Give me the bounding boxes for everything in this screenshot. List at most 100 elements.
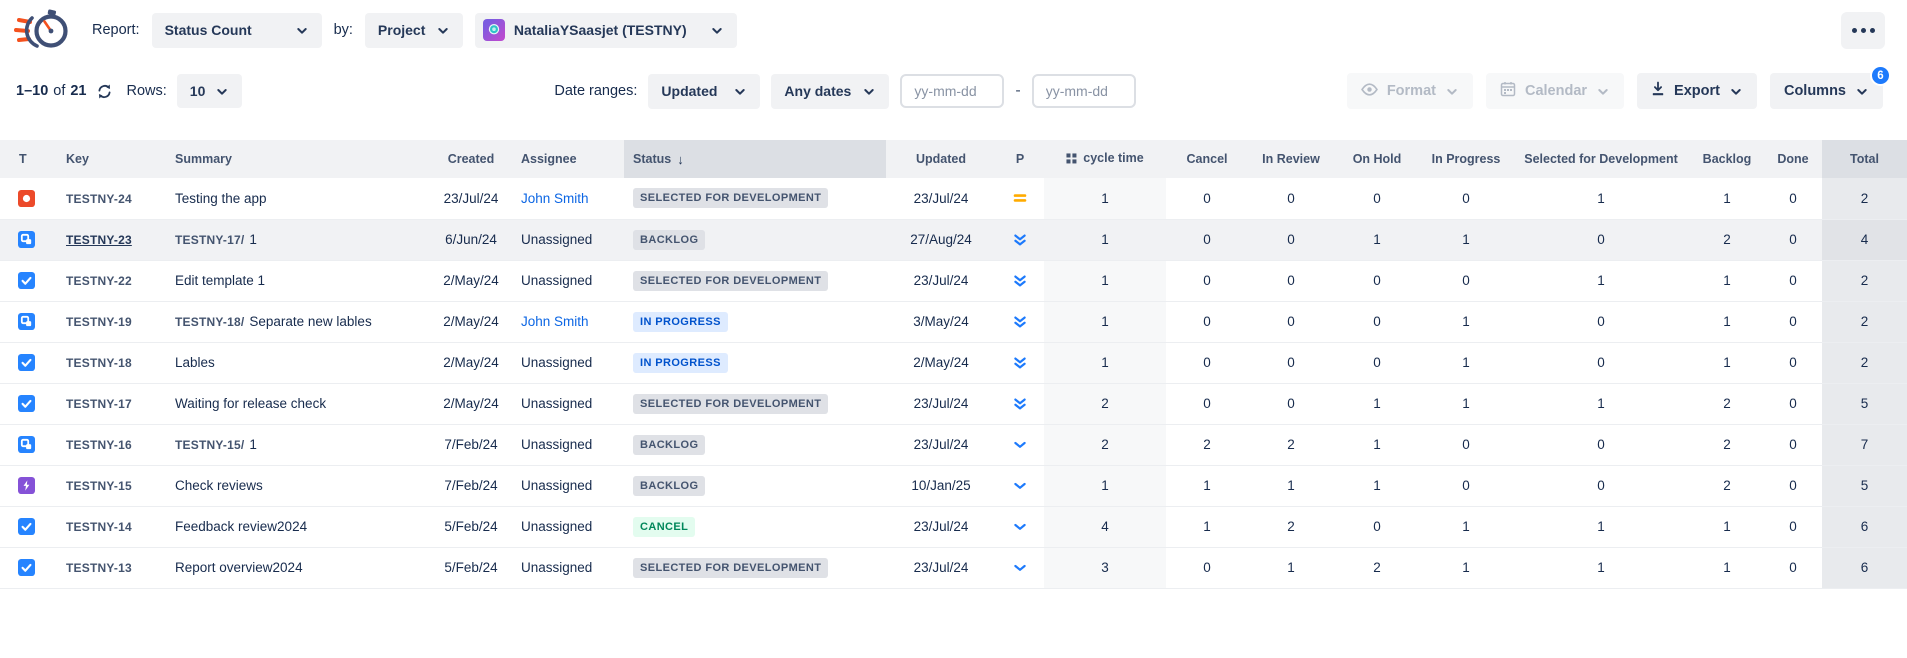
table-row[interactable]: TESTNY-14Feedback review20245/Feb/24Unas…	[0, 506, 1907, 547]
export-button[interactable]: Export	[1637, 73, 1757, 109]
issue-key-link[interactable]: TESTNY-17	[66, 397, 132, 411]
issue-key-link[interactable]: TESTNY-22	[66, 274, 132, 288]
date-to-input[interactable]	[1032, 74, 1136, 108]
cell-selected-for-development: 1	[1512, 260, 1690, 301]
cell-total: 2	[1822, 301, 1907, 342]
cell-in-progress: 1	[1420, 301, 1512, 342]
assignee[interactable]: John Smith	[521, 314, 589, 329]
table-row[interactable]: TESTNY-19TESTNY-18/Separate new lables2/…	[0, 301, 1907, 342]
issue-type-cell	[0, 342, 44, 383]
issue-key-link[interactable]: TESTNY-14	[66, 520, 132, 534]
columns-button[interactable]: Columns 6	[1770, 73, 1883, 109]
assignee-cell: Unassigned	[512, 383, 624, 424]
status-cell: CANCEL	[624, 506, 886, 547]
column-header-assignee[interactable]: Assignee	[512, 140, 624, 178]
column-header-key[interactable]: Key	[44, 140, 148, 178]
updated-date: 23/Jul/24	[886, 178, 996, 219]
by-label: by:	[334, 22, 353, 38]
column-header-backlog[interactable]: Backlog	[1690, 140, 1764, 178]
chevron-down-icon	[1729, 85, 1743, 99]
updated-date: 2/May/24	[886, 342, 996, 383]
refresh-button[interactable]	[94, 83, 115, 100]
summary-cell: Report overview2024	[148, 547, 430, 588]
issue-key-link[interactable]: TESTNY-15	[66, 479, 132, 493]
assignee-cell: Unassigned	[512, 506, 624, 547]
column-header-p[interactable]: P	[996, 140, 1044, 178]
date-preset-select[interactable]: Any dates	[771, 74, 889, 109]
column-header-cancel[interactable]: Cancel	[1166, 140, 1248, 178]
issue-key-link[interactable]: TESTNY-24	[66, 192, 132, 206]
more-actions-button[interactable]	[1841, 12, 1885, 49]
table-row[interactable]: TESTNY-22Edit template 12/May/24Unassign…	[0, 260, 1907, 301]
summary-cell: Feedback review2024	[148, 506, 430, 547]
issue-key-link[interactable]: TESTNY-23	[66, 233, 132, 247]
priority-low-icon	[1012, 478, 1028, 494]
date-from-input[interactable]	[900, 74, 1004, 108]
rows-per-page-select[interactable]: 10	[177, 74, 243, 108]
updated-date: 3/May/24	[886, 301, 996, 342]
date-field-select[interactable]: Updated	[648, 74, 760, 109]
cell-in-progress: 1	[1420, 547, 1512, 588]
table-row[interactable]: TESTNY-15Check reviews7/Feb/24Unassigned…	[0, 465, 1907, 506]
assignee[interactable]: John Smith	[521, 191, 589, 206]
updated-date: 27/Aug/24	[886, 219, 996, 260]
cell-cancel: 0	[1166, 547, 1248, 588]
column-header-in-progress[interactable]: In Progress	[1420, 140, 1512, 178]
issue-key-link[interactable]: TESTNY-13	[66, 561, 132, 575]
project-value: NataliaYSaasjet (TESTNY)	[514, 22, 687, 38]
refresh-icon	[96, 83, 113, 100]
issue-summary: Report overview2024	[175, 560, 303, 575]
report-type-select[interactable]: Status Count	[152, 13, 322, 48]
status-cell: SELECTED FOR DEVELOPMENT	[624, 383, 886, 424]
issue-summary: Edit template 1	[175, 273, 265, 288]
column-header-selected-for-development[interactable]: Selected for Development	[1512, 140, 1690, 178]
column-header-on-hold[interactable]: On Hold	[1334, 140, 1420, 178]
chevron-down-icon	[733, 85, 747, 99]
priority-cell	[996, 260, 1044, 301]
chevron-down-icon	[1596, 85, 1610, 99]
issue-type-cell	[0, 547, 44, 588]
column-header-created[interactable]: Created	[430, 140, 512, 178]
cell-cancel: 0	[1166, 383, 1248, 424]
date-ranges-label: Date ranges:	[554, 83, 637, 99]
cell-in-progress: 1	[1420, 383, 1512, 424]
issue-summary: 1	[249, 437, 257, 452]
table-row[interactable]: TESTNY-16TESTNY-15/17/Feb/24UnassignedBA…	[0, 424, 1907, 465]
column-header-inner: Cancel	[1187, 152, 1228, 166]
table-row[interactable]: TESTNY-24Testing the app23/Jul/24John Sm…	[0, 178, 1907, 219]
column-header-done[interactable]: Done	[1764, 140, 1822, 178]
column-header-summary[interactable]: Summary	[148, 140, 430, 178]
column-header-inner: On Hold	[1353, 152, 1402, 166]
cell-on-hold: 0	[1334, 178, 1420, 219]
cell-backlog: 2	[1690, 219, 1764, 260]
project-select[interactable]: NataliaYSaasjet (TESTNY)	[475, 13, 737, 48]
column-header-updated[interactable]: Updated	[886, 140, 996, 178]
table-row[interactable]: TESTNY-23TESTNY-17/16/Jun/24UnassignedBA…	[0, 219, 1907, 260]
cell-cycle-time: 1	[1044, 465, 1166, 506]
updated-date: 23/Jul/24	[886, 424, 996, 465]
cell-in-review: 0	[1248, 178, 1334, 219]
calendar-icon	[1500, 81, 1516, 101]
column-header-in-review[interactable]: In Review	[1248, 140, 1334, 178]
issue-type-cell	[0, 506, 44, 547]
column-header-t[interactable]: T	[0, 140, 44, 178]
assignee-cell: Unassigned	[512, 424, 624, 465]
issue-key-link[interactable]: TESTNY-18	[66, 356, 132, 370]
report-table: TKeySummaryCreatedAssignee Status↓ Updated…	[0, 140, 1907, 589]
group-by-select[interactable]: Project	[365, 13, 463, 48]
column-header-cycle-time[interactable]: cycle time	[1044, 140, 1166, 178]
summary-cell: Lables	[148, 342, 430, 383]
table-row[interactable]: TESTNY-17Waiting for release check2/May/…	[0, 383, 1907, 424]
column-header-inner: Status↓	[633, 152, 684, 167]
table-row[interactable]: TESTNY-18Lables2/May/24UnassignedIN PROG…	[0, 342, 1907, 383]
table-row[interactable]: TESTNY-13Report overview20245/Feb/24Unas…	[0, 547, 1907, 588]
issue-key-link[interactable]: TESTNY-19	[66, 315, 132, 329]
cell-on-hold: 1	[1334, 424, 1420, 465]
cell-cancel: 1	[1166, 465, 1248, 506]
cell-total: 4	[1822, 219, 1907, 260]
column-header-status[interactable]: Status↓	[624, 140, 886, 178]
cell-cycle-time: 1	[1044, 260, 1166, 301]
column-header-total[interactable]: Total	[1822, 140, 1907, 178]
issue-key-link[interactable]: TESTNY-16	[66, 438, 132, 452]
issue-summary: 1	[249, 232, 257, 247]
